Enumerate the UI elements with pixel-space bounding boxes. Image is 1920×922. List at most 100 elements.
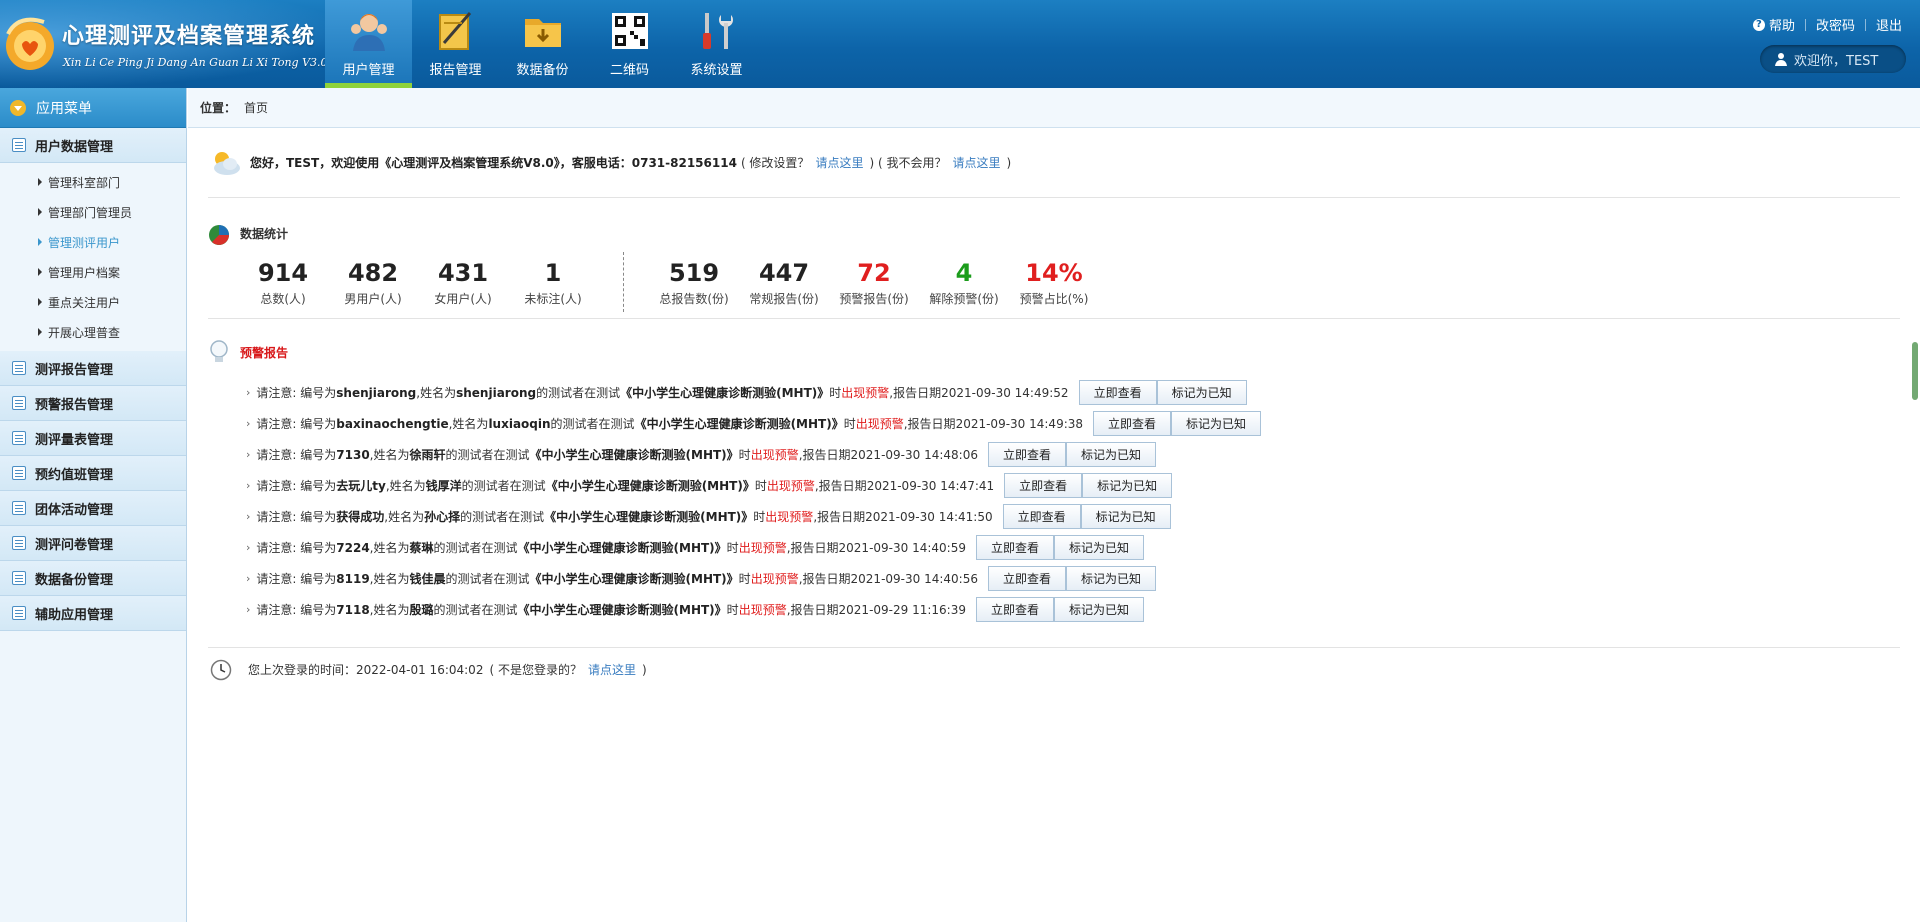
nav-system-settings[interactable]: 系统设置 [673,0,760,88]
stats-header: 数据统计 [208,198,1900,246]
not-me-link[interactable]: 请点这里 [588,661,636,678]
sidebar-item-departments[interactable]: 管理科室部门 [0,167,186,197]
view-now-button[interactable]: 立即查看 [975,597,1054,622]
warning-mid: 的测试者在测试 [445,448,530,462]
warning-date: 2021-09-30 14:47:41 [866,478,995,493]
warning-flag: 出现预警 [738,541,787,555]
mark-known-button[interactable]: 标记为已知 [1054,597,1145,622]
sidebar-group-aux[interactable]: 辅助应用管理 [0,596,186,631]
warning-user-id: shenjiarong [336,385,417,400]
stat-label: 总报告数(份) [659,291,729,306]
mark-known-button[interactable]: 标记为已知 [1082,473,1173,498]
sidebar-group-test-reports[interactable]: 测评报告管理 [0,351,186,386]
warning-user-name: luxiaoqin [488,416,551,431]
sidebar-group-scales[interactable]: 测评量表管理 [0,421,186,456]
warning-flag: 出现预警 [750,572,799,586]
view-now-button[interactable]: 立即查看 [1004,473,1083,498]
stat-value: 14% [1025,258,1083,287]
mark-known-button[interactable]: 标记为已知 [1156,380,1247,405]
stat-value: 431 [437,258,489,287]
sidebar-group-duty[interactable]: 预约值班管理 [0,456,186,491]
app-logo-icon [6,17,54,70]
mark-known-button[interactable]: 标记为已知 [1054,535,1145,560]
mark-known-button[interactable]: 标记为已知 [1066,566,1157,591]
warning-name-prefix: ,姓名为 [448,417,489,431]
warning-time-word: 时 [726,541,739,555]
sidebar: 应用菜单 用户数据管理 管理科室部门 管理部门管理员 管理测评用户 管理用户档案… [0,88,187,922]
warning-name-prefix: ,姓名为 [369,572,410,586]
help-usage-link[interactable]: 请点这里 [952,154,1000,171]
stat-label: 常规报告(份) [749,291,819,306]
sidebar-group-warning-reports[interactable]: 预警报告管理 [0,386,186,421]
warning-user-id: 获得成功 [336,510,385,524]
scrollbar-thumb[interactable] [1912,342,1918,400]
stat-female-users: 431 女用户(人) [418,258,508,307]
last-login-text: 您上次登录的时间：2022-04-01 16:04:02 [248,663,484,677]
mark-known-button[interactable]: 标记为已知 [1171,411,1262,436]
sidebar-group-questionnaires[interactable]: 测评问卷管理 [0,526,186,561]
nav-report-management[interactable]: 报告管理 [412,0,499,88]
mark-known-button[interactable]: 标记为已知 [1080,504,1171,529]
modify-settings-link[interactable]: 请点这里 [815,154,863,171]
view-now-button[interactable]: 立即查看 [1002,504,1081,529]
nav-label: 用户管理 [342,63,395,78]
stat-label: 未标注(人) [524,291,582,306]
user-welcome[interactable]: 欢迎你，TEST [1760,45,1906,73]
pie-chart-icon [209,225,229,245]
nav-user-management[interactable]: 用户管理 [325,0,412,88]
warning-time-word: 时 [843,417,856,431]
warning-test-name: 《中小学生心理健康诊断测验(MHT)》 [544,510,754,524]
logout-link[interactable]: 退出 [1876,15,1902,34]
change-password-link[interactable]: 改密码 [1816,15,1855,34]
user-icon [1775,53,1787,66]
sidebar-item-focus-users[interactable]: 重点关注用户 [0,287,186,317]
warning-flag: 出现预警 [765,510,814,524]
warning-prefix: 请注意: 编号为 [256,541,337,555]
stat-unlabeled-users: 1 未标注(人) [508,258,598,307]
nav-data-backup[interactable]: 数据备份 [499,0,586,88]
warning-mid: 的测试者在测试 [536,386,621,400]
list-icon [12,536,26,550]
sidebar-group-user-data[interactable]: 用户数据管理 [0,128,186,163]
sidebar-item-dept-admins[interactable]: 管理部门管理员 [0,197,186,227]
sidebar-item-test-users[interactable]: 管理测评用户 [0,227,186,257]
warning-date: 2021-09-29 11:16:39 [838,602,966,617]
list-icon [12,138,26,152]
help-link[interactable]: 帮助 [1769,15,1795,34]
view-now-button[interactable]: 立即查看 [1093,411,1172,436]
warning-test-name: 《中小学生心理健康诊断测验(MHT)》 [529,448,739,462]
warning-name-prefix: ,姓名为 [385,479,426,493]
warning-date-prefix: ,报告日期 [813,510,866,524]
warning-name-prefix: ,姓名为 [369,448,410,462]
nav-qrcode[interactable]: 二维码 [586,0,673,88]
warning-user-name: 钱佳晨 [409,572,446,586]
sidebar-item-user-archives[interactable]: 管理用户档案 [0,257,186,287]
view-now-button[interactable]: 立即查看 [987,442,1066,467]
mark-known-button[interactable]: 标记为已知 [1066,442,1157,467]
sidebar-header-label: 应用菜单 [36,100,92,117]
group-label: 用户数据管理 [35,139,114,155]
warning-prefix: 请注意: 编号为 [256,479,337,493]
warning-test-name: 《中小学生心理健康诊断测验(MHT)》 [634,417,844,431]
view-now-button[interactable]: 立即查看 [987,566,1066,591]
view-now-button[interactable]: 立即查看 [975,535,1054,560]
stat-warning-reports: 72 预警报告(份) [829,258,919,307]
arrow-right-icon [38,298,42,306]
sidebar-group-backup[interactable]: 数据备份管理 [0,561,186,596]
breadcrumb-current[interactable]: 首页 [244,99,268,116]
sidebar-group-activities[interactable]: 团体活动管理 [0,491,186,526]
view-now-button[interactable]: 立即查看 [1078,380,1157,405]
warning-name-prefix: ,姓名为 [416,386,457,400]
chevron-right-icon: › [246,479,251,492]
stat-value: 519 [668,258,720,287]
top-links: ? 帮助 改密码 退出 [1752,15,1902,34]
warning-report-title: 预警报告 [240,345,289,360]
sidebar-item-survey[interactable]: 开展心理普查 [0,317,186,347]
stats-divider [623,252,624,312]
warning-test-name: 《中小学生心理健康诊断测验(MHT)》 [545,479,755,493]
warning-prefix: 请注意: 编号为 [256,603,337,617]
warning-user-id: baxinaochengtie [336,416,449,431]
warning-user-name: 殷璐 [409,603,434,617]
sidebar-header[interactable]: 应用菜单 [0,88,186,128]
warning-time-word: 时 [753,510,766,524]
